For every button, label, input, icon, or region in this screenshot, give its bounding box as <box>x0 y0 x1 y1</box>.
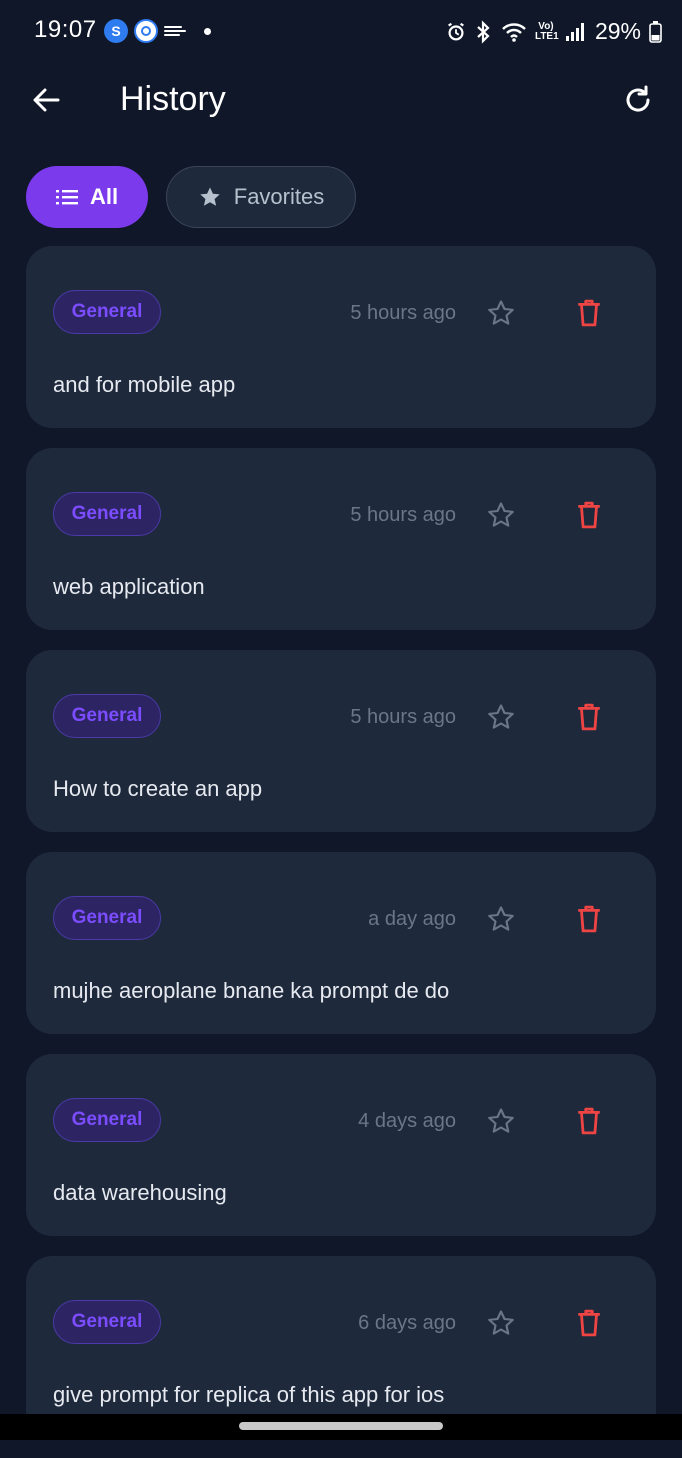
delete-button[interactable] <box>572 498 606 532</box>
filter-chips: All Favorites <box>26 166 356 228</box>
favorite-button[interactable] <box>484 296 518 330</box>
history-item[interactable]: General 5 hours ago and for mobile app <box>26 246 656 428</box>
favorite-button[interactable] <box>484 902 518 936</box>
battery-icon <box>649 20 662 43</box>
timestamp: 4 days ago <box>358 1110 456 1132</box>
wifi-icon <box>502 22 526 42</box>
trash-icon <box>578 905 600 933</box>
delete-button[interactable] <box>572 700 606 734</box>
timestamp: a day ago <box>368 908 456 930</box>
trash-icon <box>578 501 600 529</box>
delete-button[interactable] <box>572 1104 606 1138</box>
back-button[interactable] <box>26 80 66 120</box>
skype-icon: S <box>104 19 128 43</box>
refresh-icon <box>626 85 650 112</box>
signal-icon <box>565 22 584 41</box>
history-item[interactable]: General 5 hours ago How to create an app <box>26 650 656 832</box>
trash-icon <box>578 1107 600 1135</box>
history-item[interactable]: General 5 hours ago web application <box>26 448 656 630</box>
status-right-icons: Vo) LTE1 29% <box>445 18 662 45</box>
delete-button[interactable] <box>572 1306 606 1340</box>
list-icon <box>55 190 78 205</box>
category-tag: General <box>53 492 161 536</box>
refresh-button[interactable] <box>618 80 658 120</box>
star-icon <box>200 187 220 206</box>
star-outline-icon <box>488 704 514 729</box>
star-outline-icon <box>488 502 514 527</box>
delete-button[interactable] <box>572 296 606 330</box>
trash-icon <box>578 1309 600 1337</box>
favorite-button[interactable] <box>484 1306 518 1340</box>
filter-favorites-label: Favorites <box>233 184 325 209</box>
favorite-button[interactable] <box>484 700 518 734</box>
arrow-left-icon <box>33 88 60 112</box>
category-tag: General <box>53 1098 161 1142</box>
history-text: and for mobile app <box>53 372 236 397</box>
trash-icon <box>578 299 600 327</box>
favorite-button[interactable] <box>484 498 518 532</box>
bluetooth-icon <box>477 19 490 44</box>
history-list: General 5 hours ago and for mobile app G… <box>26 246 656 1458</box>
category-tag: General <box>53 1300 161 1344</box>
timestamp: 6 days ago <box>358 1312 456 1334</box>
star-outline-icon <box>488 906 514 931</box>
trash-icon <box>578 703 600 731</box>
star-outline-icon <box>488 1108 514 1133</box>
status-time: 19:07 <box>34 16 97 43</box>
filter-all-chip[interactable]: All <box>26 166 148 228</box>
history-text: How to create an app <box>53 776 263 801</box>
history-item[interactable]: General a day ago mujhe aeroplane bnane … <box>26 852 656 1034</box>
star-outline-icon <box>488 300 514 325</box>
delete-button[interactable] <box>572 902 606 936</box>
filter-all-label: All <box>89 184 119 209</box>
history-text: give prompt for replica of this app for … <box>53 1382 445 1407</box>
history-item[interactable]: General 4 days ago data warehousing <box>26 1054 656 1236</box>
status-left-icons: S <box>104 19 211 43</box>
history-text: data warehousing <box>53 1180 227 1205</box>
more-notifications-icon <box>204 27 211 35</box>
history-item[interactable]: General 6 days ago give prompt for repli… <box>26 1256 656 1438</box>
lte-indicator: Vo) LTE1 <box>534 20 559 42</box>
category-tag: General <box>53 694 161 738</box>
history-text: web application <box>53 574 205 599</box>
filter-favorites-chip[interactable]: Favorites <box>166 166 356 228</box>
category-tag: General <box>53 896 161 940</box>
star-outline-icon <box>488 1310 514 1335</box>
app-notification-icon <box>134 19 158 43</box>
news-app-icon <box>164 21 188 41</box>
home-indicator[interactable] <box>239 1422 443 1430</box>
category-tag: General <box>53 290 161 334</box>
timestamp: 5 hours ago <box>350 706 456 728</box>
battery-percent: 29% <box>594 18 641 44</box>
favorite-button[interactable] <box>484 1104 518 1138</box>
app-header: History <box>0 68 682 132</box>
timestamp: 5 hours ago <box>350 302 456 324</box>
status-bar: 19:07 S Vo) LTE1 29% <box>0 0 682 64</box>
system-nav-bar <box>0 1414 682 1440</box>
page-title: History <box>120 80 226 118</box>
history-text: mujhe aeroplane bnane ka prompt de do <box>53 978 450 1003</box>
timestamp: 5 hours ago <box>350 504 456 526</box>
alarm-icon <box>448 22 464 40</box>
